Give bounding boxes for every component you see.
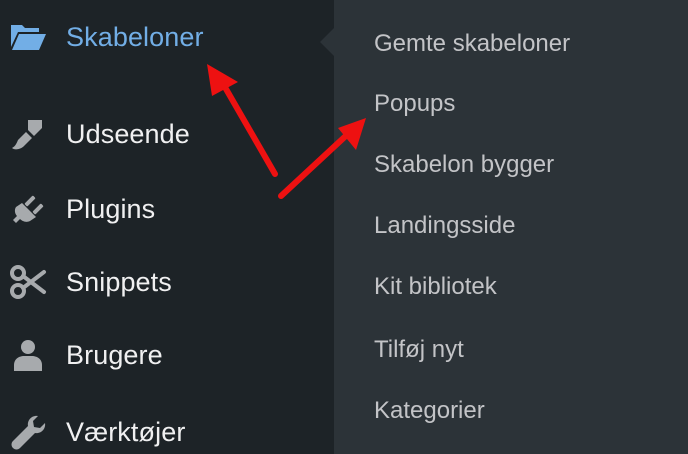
menu-label-skabeloner: Skabeloner bbox=[66, 21, 204, 52]
menu-label-snippets: Snippets bbox=[66, 266, 172, 297]
submenu-pointer bbox=[320, 28, 334, 56]
paintbrush-icon bbox=[6, 112, 50, 156]
folder-open-icon bbox=[6, 15, 50, 59]
menu-label-plugins: Plugins bbox=[66, 193, 156, 224]
submenu-item-kategorier[interactable]: Kategorier bbox=[374, 397, 485, 425]
submenu-item-landingsside[interactable]: Landingsside bbox=[374, 212, 515, 240]
wrench-icon bbox=[6, 410, 50, 454]
submenu-item-kit-bibliotek[interactable]: Kit bibliotek bbox=[374, 273, 497, 301]
menu-item-snippets[interactable]: Snippets bbox=[0, 250, 334, 314]
submenu-item-tilfoj-nyt[interactable]: Tilføj nyt bbox=[374, 336, 464, 364]
menu-item-skabeloner[interactable]: Skabeloner bbox=[0, 5, 334, 69]
submenu-item-skabelon-bygger[interactable]: Skabelon bygger bbox=[374, 151, 554, 179]
plugin-icon bbox=[6, 187, 50, 231]
submenu-item-popups[interactable]: Popups bbox=[374, 90, 455, 118]
menu-item-vaerktojer[interactable]: Værktøjer bbox=[0, 400, 334, 454]
menu-label-udseende: Udseende bbox=[66, 118, 190, 149]
admin-sidebar: Skabeloner Udseende Plugins Snippets Bru… bbox=[0, 0, 334, 454]
submenu-item-gemte-skabeloner[interactable]: Gemte skabeloner bbox=[374, 30, 570, 58]
menu-item-udseende[interactable]: Udseende bbox=[0, 102, 334, 166]
flyout-submenu: Gemte skabeloner Popups Skabelon bygger … bbox=[334, 0, 688, 454]
menu-item-plugins[interactable]: Plugins bbox=[0, 177, 334, 241]
menu-label-brugere: Brugere bbox=[66, 339, 163, 370]
user-icon bbox=[6, 333, 50, 377]
scissors-icon bbox=[6, 260, 50, 304]
menu-label-vaerktojer: Værktøjer bbox=[66, 416, 186, 447]
menu-item-brugere[interactable]: Brugere bbox=[0, 323, 334, 387]
